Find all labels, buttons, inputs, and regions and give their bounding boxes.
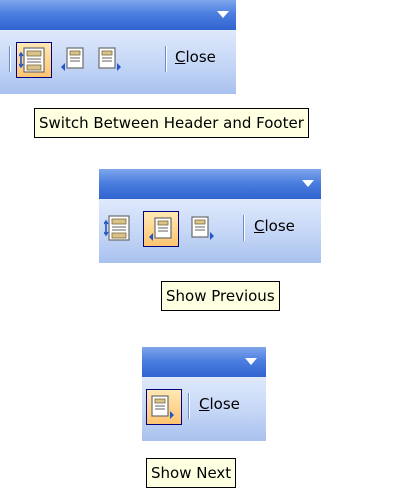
header-footer-toolbar-3: Close: [142, 347, 266, 441]
toolbar-options-dropdown-icon[interactable]: [217, 11, 229, 18]
toolbar-separator: [243, 215, 244, 241]
close-label: lose: [185, 48, 216, 66]
switch-header-footer-icon: [19, 47, 45, 73]
toolbar-separator: [9, 46, 10, 72]
close-label: lose: [264, 217, 295, 235]
switch-header-footer-button[interactable]: [16, 42, 52, 78]
close-button[interactable]: Close: [199, 395, 240, 413]
tooltip-show-previous: Show Previous: [161, 281, 280, 311]
toolbar-title-bar[interactable]: [99, 169, 321, 199]
show-next-button[interactable]: [94, 42, 130, 78]
switch-header-footer-icon: [104, 215, 130, 241]
close-button[interactable]: Close: [254, 217, 295, 235]
show-next-button[interactable]: [146, 389, 182, 425]
show-next-icon: [191, 216, 214, 240]
show-next-icon: [98, 47, 121, 71]
switch-header-footer-button[interactable]: [102, 211, 138, 247]
toolbar-body: Close: [0, 30, 236, 94]
toolbar-options-dropdown-icon[interactable]: [245, 358, 257, 365]
close-label: lose: [209, 395, 240, 413]
toolbar-body: Close: [99, 199, 321, 263]
show-previous-icon: [61, 47, 84, 71]
close-accelerator: C: [254, 217, 265, 235]
close-accelerator: C: [175, 48, 186, 66]
close-button[interactable]: Close: [175, 48, 216, 66]
toolbar-body: Close: [142, 377, 266, 441]
show-previous-icon: [149, 217, 172, 241]
header-footer-toolbar-1: Close: [0, 0, 236, 94]
toolbar-separator: [165, 46, 166, 72]
toolbar-title-bar[interactable]: [142, 347, 266, 377]
tooltip-show-next: Show Next: [146, 458, 237, 488]
tooltip-switch-header-footer: Switch Between Header and Footer: [34, 108, 309, 138]
header-footer-toolbar-2: Close: [99, 169, 321, 263]
show-previous-button[interactable]: [56, 42, 92, 78]
toolbar-options-dropdown-icon[interactable]: [302, 180, 314, 187]
toolbar-separator: [188, 393, 189, 419]
show-previous-button[interactable]: [143, 211, 179, 247]
toolbar-title-bar[interactable]: [0, 0, 236, 30]
show-next-icon: [151, 395, 174, 419]
show-next-button[interactable]: [187, 211, 223, 247]
close-accelerator: C: [199, 395, 210, 413]
